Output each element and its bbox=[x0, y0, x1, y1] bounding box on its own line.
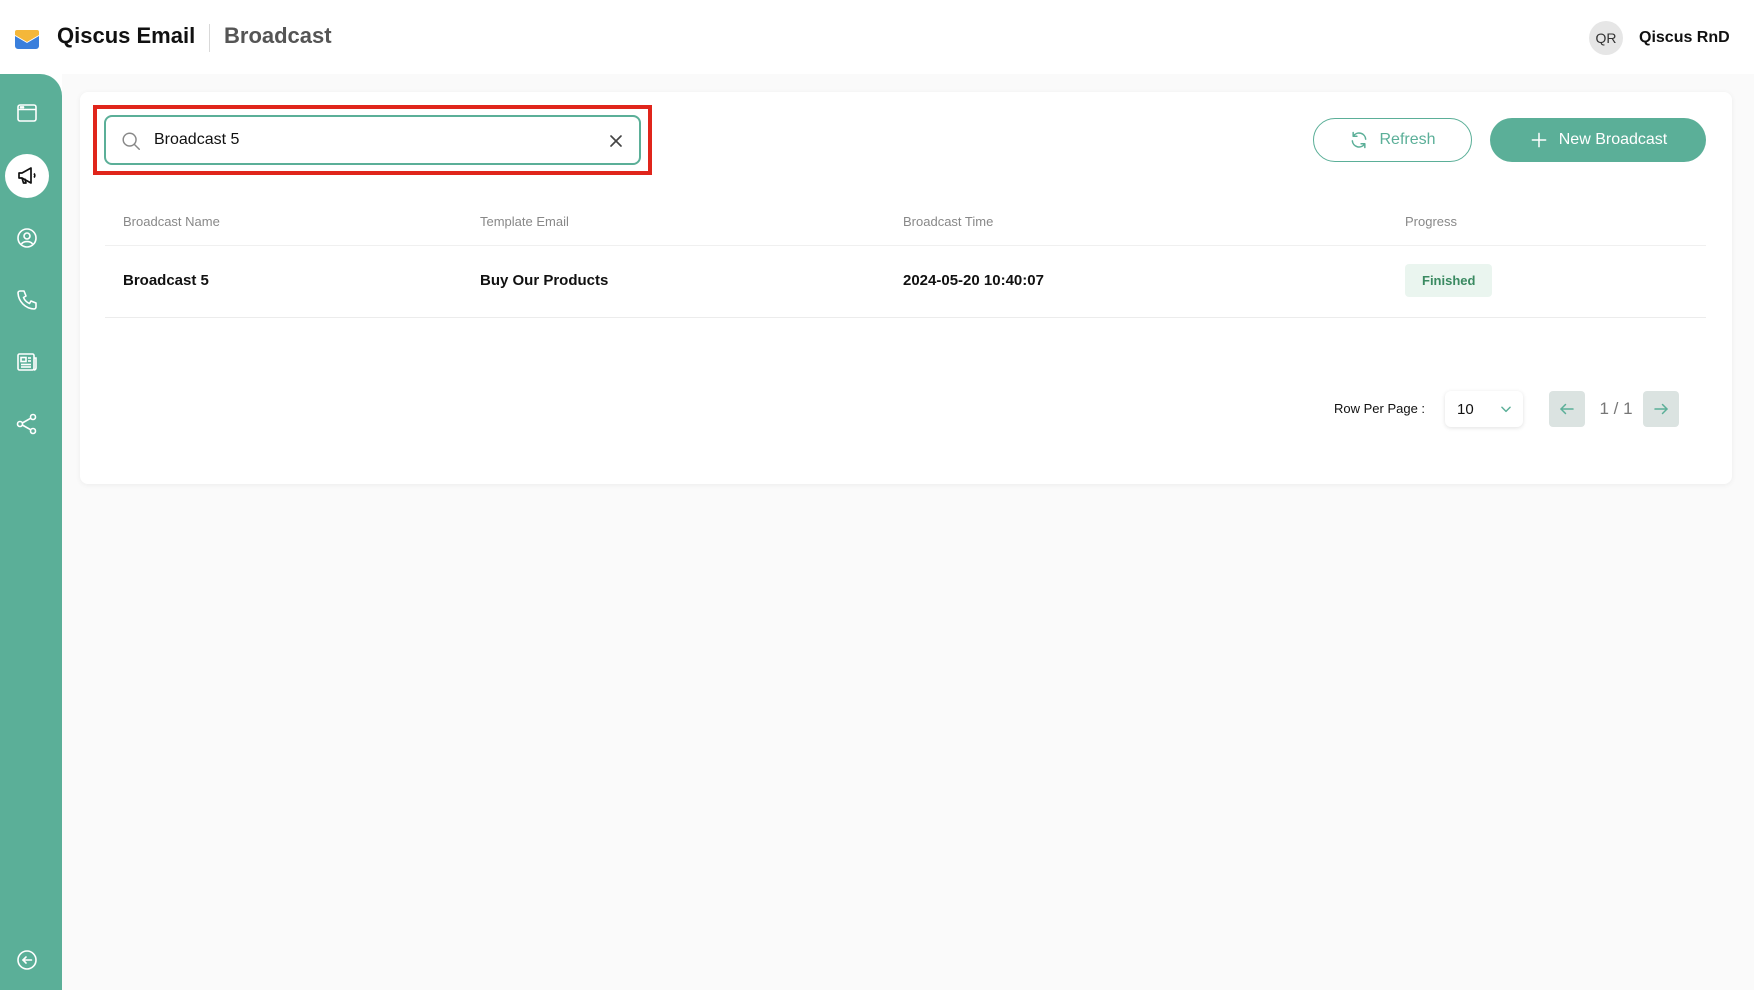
sidebar-item-contacts[interactable] bbox=[5, 216, 49, 260]
page-indicator: 1 / 1 bbox=[1599, 399, 1633, 418]
next-page-button[interactable] bbox=[1643, 391, 1679, 427]
avatar[interactable]: QR bbox=[1589, 21, 1623, 55]
previous-page-button[interactable] bbox=[1549, 391, 1585, 427]
user-circle-icon bbox=[17, 228, 37, 248]
arrow-left-icon bbox=[1560, 403, 1574, 415]
sidebar-item-dashboard[interactable] bbox=[5, 91, 49, 135]
close-icon[interactable] bbox=[606, 131, 626, 151]
broadcast-table: Broadcast Name Template Email Broadcast … bbox=[105, 202, 1706, 318]
refresh-button-label: Refresh bbox=[1379, 131, 1436, 148]
cell-template-email: Buy Our Products bbox=[480, 272, 609, 289]
window-icon bbox=[17, 104, 37, 122]
search-icon bbox=[122, 132, 140, 150]
column-header-progress: Progress bbox=[1405, 214, 1458, 229]
share-nodes-icon bbox=[16, 413, 37, 435]
table-header-row: Broadcast Name Template Email Broadcast … bbox=[105, 202, 1706, 246]
page-title: Broadcast bbox=[224, 23, 332, 48]
top-bar: Qiscus Email Broadcast QR Qiscus RnD bbox=[0, 0, 1754, 74]
rows-per-page-value: 10 bbox=[1457, 400, 1474, 418]
cell-broadcast-name: Broadcast 5 bbox=[123, 272, 209, 289]
refresh-button[interactable]: Refresh bbox=[1313, 118, 1472, 162]
megaphone-icon bbox=[18, 167, 36, 184]
sidebar-collapse-button[interactable] bbox=[5, 938, 49, 982]
sidebar bbox=[0, 74, 62, 990]
refresh-icon bbox=[1352, 131, 1367, 149]
sidebar-item-templates[interactable] bbox=[5, 340, 49, 384]
cell-broadcast-time: 2024-05-20 10:40:07 bbox=[903, 272, 1044, 289]
arrow-right-icon bbox=[1654, 403, 1668, 415]
chevron-down-icon bbox=[1501, 406, 1511, 413]
sidebar-item-broadcast[interactable] bbox=[5, 154, 49, 198]
sidebar-item-calls[interactable] bbox=[5, 278, 49, 322]
column-header-broadcast-time: Broadcast Time bbox=[903, 214, 994, 229]
brand-name: Qiscus Email bbox=[57, 23, 196, 48]
search-input[interactable] bbox=[154, 125, 584, 155]
column-header-broadcast-name: Broadcast Name bbox=[123, 214, 220, 229]
rows-per-page-select[interactable]: 10 bbox=[1445, 391, 1523, 427]
user-name[interactable]: Qiscus RnD bbox=[1639, 29, 1730, 47]
phone-icon bbox=[17, 290, 37, 310]
column-header-template-email: Template Email bbox=[480, 214, 569, 229]
table-row[interactable]: Broadcast 5 Buy Our Products 2024-05-20 … bbox=[105, 246, 1706, 318]
plus-icon bbox=[1531, 132, 1547, 148]
new-broadcast-button-label: New Broadcast bbox=[1558, 131, 1668, 148]
rows-per-page-label: Row Per Page : bbox=[1334, 401, 1426, 416]
status-badge: Finished bbox=[1405, 264, 1493, 297]
mail-logo-icon bbox=[15, 30, 39, 49]
brand-divider bbox=[209, 24, 210, 52]
sidebar-item-integrations[interactable] bbox=[5, 402, 49, 446]
new-broadcast-button[interactable]: New Broadcast bbox=[1490, 118, 1706, 162]
newspaper-icon bbox=[17, 353, 37, 371]
search-box[interactable] bbox=[104, 115, 641, 165]
collapse-arrow-icon bbox=[17, 950, 37, 970]
